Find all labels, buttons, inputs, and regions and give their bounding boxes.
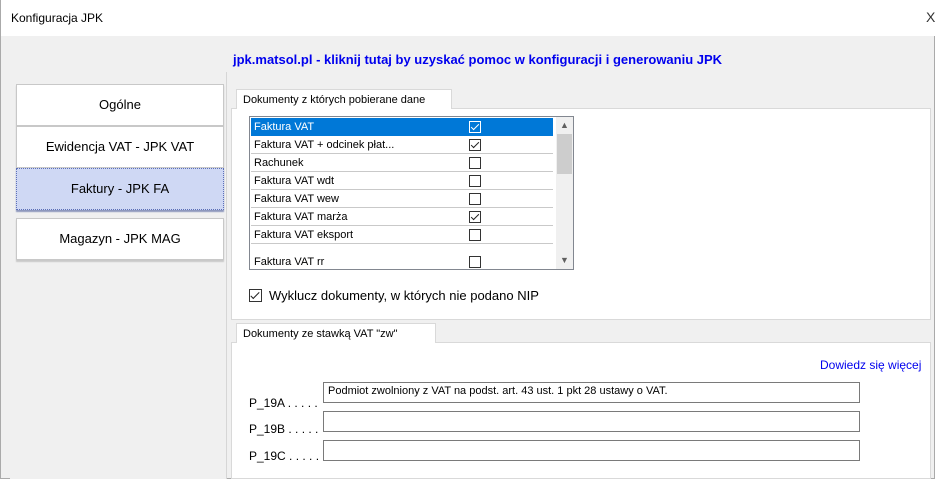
scroll-up-arrow-icon[interactable]: ▲ (556, 117, 573, 134)
nav-warehouse-button[interactable]: Magazyn - JPK MAG (16, 218, 224, 260)
list-item-label: Faktura VAT wew (254, 193, 339, 205)
scrollbar-thumb[interactable] (557, 134, 572, 174)
nav-general-button[interactable]: Ogólne (16, 84, 224, 126)
list-item[interactable]: Faktura VAT rr (251, 244, 553, 269)
list-item[interactable]: Faktura VAT wew (251, 190, 553, 208)
list-item[interactable]: Rachunek (251, 154, 553, 172)
help-link[interactable]: jpk.matsol.pl - kliknij tutaj by uzyskać… (233, 52, 722, 67)
exclude-no-nip-checkbox[interactable] (249, 289, 262, 302)
navigation-panel: Ogólne Ewidencja VAT - JPK VAT Faktury -… (10, 72, 227, 479)
list-item[interactable]: Faktura VAT wdt (251, 172, 553, 190)
zw-documents-tab[interactable]: Dokumenty ze stawką VAT "zw" (236, 323, 436, 343)
list-item-label: Faktura VAT + odcinek płat... (254, 139, 395, 151)
document-types-list[interactable]: Faktura VAT Faktura VAT + odcinek płat..… (249, 116, 574, 270)
list-item-checkbox[interactable] (469, 121, 481, 133)
list-item-checkbox[interactable] (469, 175, 481, 187)
list-item-checkbox[interactable] (469, 256, 481, 268)
p19b-field[interactable] (323, 411, 860, 432)
p19c-field[interactable] (323, 440, 860, 461)
list-item-label: Faktura VAT eksport (254, 229, 354, 241)
title-bar: Konfiguracja JPK X (1, 0, 935, 36)
list-item-checkbox[interactable] (469, 193, 481, 205)
config-window: Konfiguracja JPK X jpk.matsol.pl - klikn… (0, 0, 935, 479)
list-item[interactable]: Faktura VAT marża (251, 208, 553, 226)
window-title: Konfiguracja JPK (11, 11, 104, 25)
list-item-label: Faktura VAT wdt (254, 175, 335, 187)
nav-invoices-button[interactable]: Faktury - JPK FA (16, 168, 224, 210)
p19a-field[interactable]: Podmiot zwolniony z VAT na podst. art. 4… (323, 382, 860, 403)
close-icon[interactable]: X (926, 9, 935, 25)
p19b-label: P_19B . . . . . (249, 422, 319, 436)
list-item-checkbox[interactable] (469, 211, 481, 223)
list-item[interactable]: Faktura VAT (251, 118, 553, 136)
list-item[interactable]: Faktura VAT + odcinek płat... (251, 136, 553, 154)
list-item-checkbox[interactable] (469, 157, 481, 169)
list-item[interactable]: Faktura VAT eksport (251, 226, 553, 244)
list-item-label: Faktura VAT rr (254, 256, 325, 268)
p19c-label: P_19C . . . . . (249, 449, 320, 463)
scroll-down-arrow-icon[interactable]: ▼ (556, 252, 573, 269)
list-scrollbar[interactable]: ▲ ▼ (556, 117, 573, 269)
list-item-label: Faktura VAT (254, 121, 315, 133)
exclude-no-nip-label: Wyklucz dokumenty, w których nie podano … (269, 288, 539, 303)
documents-tab[interactable]: Dokumenty z których pobierane dane (236, 89, 452, 109)
nav-vat-register-button[interactable]: Ewidencja VAT - JPK VAT (16, 126, 224, 168)
list-item-checkbox[interactable] (469, 229, 481, 241)
list-item-label: Faktura VAT marża (254, 211, 348, 223)
learn-more-link[interactable]: Dowiedz się więcej (820, 358, 921, 372)
list-item-label: Rachunek (254, 157, 304, 169)
p19a-label: P_19A . . . . . (249, 396, 318, 410)
list-item-checkbox[interactable] (469, 139, 481, 151)
